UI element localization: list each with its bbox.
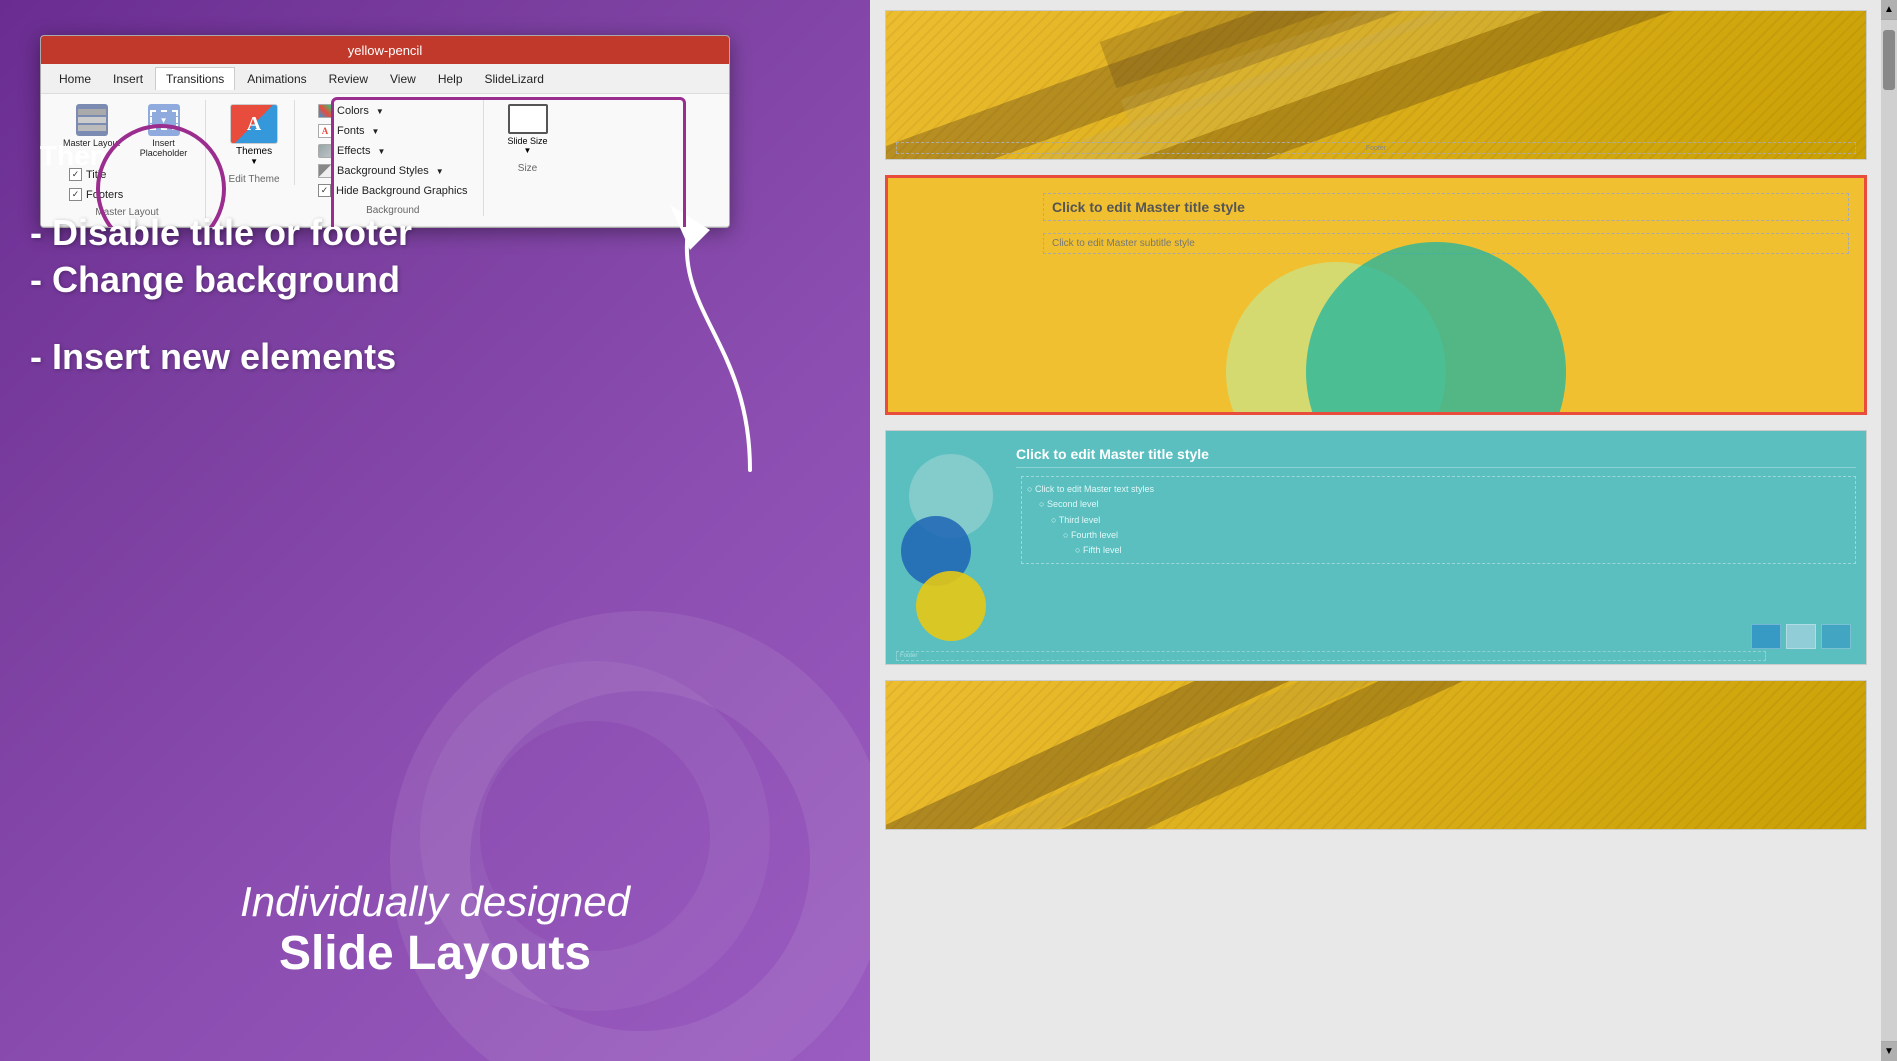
window-title: yellow-pencil — [348, 43, 422, 58]
hide-bg-checkbox[interactable]: ✓ — [318, 184, 331, 197]
instruction-line-2: - Change background — [30, 257, 412, 304]
size-section-label: Size — [518, 163, 537, 174]
menu-help[interactable]: Help — [428, 68, 473, 90]
bottom-text-regular: Individually designed — [0, 878, 870, 926]
right-panel: Footer Click to edit Master title style … — [870, 0, 1897, 1061]
footers-checkbox-item[interactable]: ✓ Footers — [65, 186, 127, 203]
then-label: Then — [40, 140, 107, 172]
ribbon-group-edit-theme: A Themes ▼ Edit Theme — [214, 100, 295, 185]
slide-3-content: ○ Click to edit Master text styles ○ Sec… — [1021, 476, 1856, 564]
bg-styles-icon — [318, 164, 332, 178]
effects-chevron-icon: ▼ — [377, 147, 385, 156]
slide-size-button[interactable]: Slide Size ▼ — [500, 100, 556, 159]
menu-home[interactable]: Home — [49, 68, 101, 90]
bg-styles-button[interactable]: Background Styles ▼ — [315, 162, 470, 180]
slide-3-title-area: Click to edit Master title style — [1016, 446, 1856, 468]
slide-3-title: Click to edit Master title style — [1016, 446, 1209, 462]
ppt-ribbon: Master Layout ▼ Insert Placeholder ✓ Tit — [41, 94, 729, 227]
edit-theme-section-label: Edit Theme — [229, 174, 280, 185]
fonts-button[interactable]: A Fonts ▼ — [315, 122, 470, 140]
slide-size-icon — [508, 104, 548, 134]
themes-button[interactable]: A Themes ▼ — [222, 100, 286, 170]
bottom-text: Individually designed Slide Layouts — [0, 878, 870, 981]
ppt-menu-bar: Home Insert Transitions Animations Revie… — [41, 64, 729, 94]
bullet-3: ○ Third level — [1051, 513, 1850, 528]
slide-3-circles — [896, 451, 1006, 651]
insert-placeholder-icon: ▼ — [148, 104, 180, 136]
colors-swatch-icon — [318, 104, 332, 118]
pencil-photo — [886, 11, 1866, 159]
slide-4-photo — [886, 681, 1866, 829]
hide-bg-item[interactable]: ✓ Hide Background Graphics — [315, 182, 470, 199]
menu-insert[interactable]: Insert — [103, 68, 153, 90]
left-panel: yellow-pencil Home Insert Transitions An… — [0, 0, 870, 1061]
footer-text-1: Footer — [1366, 145, 1386, 152]
ppt-title-bar: yellow-pencil — [41, 36, 729, 64]
themes-chevron: ▼ — [250, 157, 258, 166]
slide-size-chevron-icon: ▼ — [524, 146, 532, 155]
fonts-icon: A — [318, 124, 332, 138]
effects-icon — [318, 144, 332, 158]
pencil-photo-texture — [886, 11, 1866, 159]
fonts-chevron-icon: ▼ — [372, 127, 380, 136]
footers-checkbox[interactable]: ✓ — [69, 188, 82, 201]
menu-animations[interactable]: Animations — [237, 68, 316, 90]
menu-view[interactable]: View — [380, 68, 426, 90]
slide-card-3[interactable]: Click to edit Master title style ○ Click… — [885, 430, 1867, 665]
insert-placeholder-button[interactable]: ▼ Insert Placeholder — [130, 100, 197, 162]
scrollbar-up-button[interactable]: ▲ — [1881, 0, 1897, 20]
themes-label: Themes — [236, 146, 272, 157]
colors-chevron-icon: ▼ — [376, 107, 384, 116]
bullet-1: ○ Click to edit Master text styles — [1027, 482, 1850, 497]
colors-label: Colors — [337, 105, 369, 117]
slide-card-4[interactable] — [885, 680, 1867, 830]
themes-icon: A — [230, 104, 278, 144]
bullet-5: ○ Fifth level — [1075, 543, 1850, 558]
scrollbar-thumb[interactable] — [1883, 30, 1895, 90]
slide-4-texture — [886, 681, 1866, 829]
bg-styles-chevron-icon: ▼ — [436, 167, 444, 176]
bullet-4: ○ Fourth level — [1063, 528, 1850, 543]
effects-label: Effects — [337, 145, 370, 157]
colors-button[interactable]: Colors ▼ — [315, 102, 470, 120]
slide-card-1[interactable]: Footer — [885, 10, 1867, 160]
arrow-graphic — [630, 190, 790, 490]
slide-2-title-area: Click to edit Master title style — [1043, 193, 1849, 221]
instruction-line-1: - Disable title or footer — [30, 210, 412, 257]
bg-styles-label: Background Styles — [337, 165, 429, 177]
bullet-2: ○ Second level — [1039, 497, 1850, 512]
instruction-text: - Disable title or footer - Change backg… — [30, 210, 412, 380]
chart-icons — [1751, 624, 1851, 649]
slide-card-2[interactable]: Click to edit Master title style Click t… — [885, 175, 1867, 415]
bottom-text-bold: Slide Layouts — [0, 926, 870, 981]
slide-2-title: Click to edit Master title style — [1052, 199, 1245, 215]
ribbon-group-background: Colors ▼ A Fonts ▼ Effects ▼ — [303, 100, 483, 216]
instruction-line-3: - Insert new elements — [30, 334, 412, 381]
ppt-window: yellow-pencil Home Insert Transitions An… — [40, 35, 730, 228]
scrollbar-down-button[interactable]: ▼ — [1881, 1041, 1897, 1061]
fonts-label: Fonts — [337, 125, 365, 137]
slide-size-label: Slide Size — [508, 136, 548, 146]
slides-container: Footer Click to edit Master title style … — [870, 0, 1897, 1061]
slide-footer-1: Footer — [896, 142, 1856, 154]
effects-button[interactable]: Effects ▼ — [315, 142, 470, 160]
slide-3-footer: Footer — [896, 651, 1766, 661]
menu-slidelizard[interactable]: SlideLizard — [475, 68, 554, 90]
hide-bg-label: Hide Background Graphics — [336, 185, 467, 197]
venn-diagram — [888, 242, 1864, 412]
menu-review[interactable]: Review — [319, 68, 378, 90]
bg-decoration — [390, 611, 870, 1061]
scrollbar-track: ▲ ▼ — [1881, 0, 1897, 1061]
footers-label: Footers — [86, 189, 123, 201]
ribbon-group-size: Slide Size ▼ Size — [492, 100, 564, 174]
menu-transitions[interactable]: Transitions — [155, 67, 235, 90]
master-layout-icon — [76, 104, 108, 136]
insert-placeholder-label: Insert Placeholder — [136, 138, 191, 158]
background-items: Colors ▼ A Fonts ▼ Effects ▼ — [311, 100, 474, 201]
